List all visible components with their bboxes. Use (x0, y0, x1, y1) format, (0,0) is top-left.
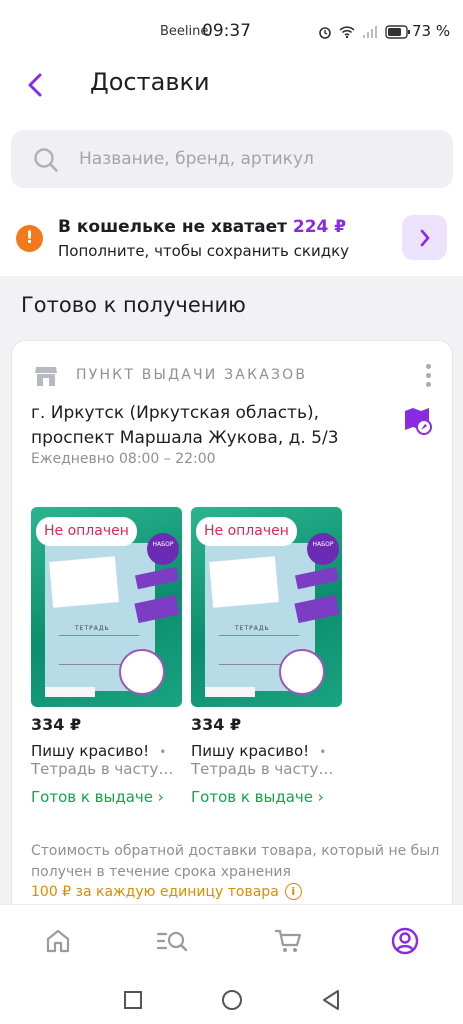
triangle-back-icon (323, 990, 339, 1010)
store-icon (35, 367, 57, 386)
nav-home-button[interactable] (217, 986, 247, 1014)
address-line-2: проспект Маршала Жукова, д. 5/3 (31, 428, 339, 448)
warning-icon: ! (16, 225, 43, 252)
wallet-banner[interactable]: ! В кошельке не хватает 224 ₽ Пополните,… (0, 200, 463, 276)
circle-icon (222, 990, 242, 1010)
tab-catalog[interactable] (153, 923, 193, 959)
status-bar: Beeline 09:37 73 % (0, 0, 463, 62)
battery-percent: 73 % (412, 22, 451, 40)
product-status[interactable]: Готов к выдаче › (31, 788, 183, 806)
alarm-icon (319, 27, 331, 39)
square-icon (124, 991, 142, 1009)
separator-dot: • (159, 745, 167, 759)
page-title: Доставки (90, 68, 210, 96)
catalog-search-icon (156, 931, 188, 952)
wallet-amount: 224 ₽ (292, 217, 347, 237)
product-card[interactable]: ТЕТРАДЬ НАБОР Не оплачен 334 ₽ Пишу крас… (191, 507, 343, 806)
product-card[interactable]: ТЕТРАДЬ НАБОР Не оплачен 334 ₽ Пишу крас… (31, 507, 183, 806)
product-name: Пишу красиво! • (191, 742, 327, 760)
home-icon (46, 929, 70, 953)
product-price: 334 ₽ (191, 715, 242, 734)
chevron-left-icon (28, 73, 42, 97)
nav-recents-button[interactable] (118, 986, 148, 1014)
wallet-title-text: В кошельке не хватает (58, 217, 287, 237)
map-icon[interactable] (402, 405, 434, 437)
back-button[interactable] (18, 68, 52, 102)
return-delivery-note: Стоимость обратной доставки товара, кото… (31, 843, 440, 880)
tab-cart[interactable] (268, 923, 308, 959)
pickup-hours: Ежедневно 08:00 – 22:00 (31, 451, 216, 467)
bottom-tab-bar (0, 904, 463, 976)
wifi-icon (339, 26, 355, 39)
nav-back-button[interactable] (316, 986, 346, 1014)
more-options-button[interactable] (416, 361, 440, 389)
product-image[interactable]: ТЕТРАДЬ НАБОР Не оплачен (191, 507, 342, 707)
wallet-subtitle: Пополните, чтобы сохранить скидку (58, 242, 350, 260)
address-line-1: г. Иркутск (Иркутская область), (31, 403, 320, 423)
product-price: 334 ₽ (31, 715, 82, 734)
product-description: Тетрадь в частую … (31, 760, 183, 778)
section-title: Готово к получению (21, 293, 246, 317)
search-bar (11, 130, 453, 188)
unpaid-badge: Не оплачен (36, 517, 137, 546)
cart-icon (274, 929, 302, 952)
unpaid-badge: Не оплачен (196, 517, 297, 546)
search-input[interactable] (79, 130, 439, 188)
status-icons (318, 22, 411, 42)
product-status[interactable]: Готов к выдаче › (191, 788, 343, 806)
wallet-arrow-button[interactable] (402, 215, 447, 260)
signal-icon (363, 26, 377, 38)
system-nav-bar (0, 976, 463, 1024)
pickup-point-label: ПУНКТ ВЫДАЧИ ЗАКАЗОВ (76, 367, 308, 383)
search-icon (34, 148, 58, 172)
wallet-title: В кошельке не хватает 224 ₽ (58, 217, 346, 237)
product-description: Тетрадь в частую … (191, 760, 343, 778)
battery-icon (385, 25, 410, 39)
product-name: Пишу красиво! • (31, 742, 167, 760)
chevron-right-icon (420, 229, 429, 246)
header: Доставки (0, 62, 463, 118)
info-icon[interactable]: i (284, 883, 302, 900)
content-area: Готово к получению ПУНКТ ВЫДАЧИ ЗАКАЗОВ … (0, 276, 463, 904)
tab-home[interactable] (38, 923, 78, 959)
profile-icon (391, 927, 419, 955)
separator-dot: • (319, 745, 327, 759)
pickup-card: ПУНКТ ВЫДАЧИ ЗАКАЗОВ г. Иркутск (Иркутск… (11, 340, 453, 904)
return-delivery-price: 100 ₽ за каждую единицу товара i (31, 883, 302, 900)
pickup-address: г. Иркутск (Иркутская область), проспект… (31, 401, 391, 451)
product-image[interactable]: ТЕТРАДЬ НАБОР Не оплачен (31, 507, 182, 707)
tab-profile[interactable] (385, 923, 425, 959)
status-time: 09:37 (202, 21, 251, 41)
